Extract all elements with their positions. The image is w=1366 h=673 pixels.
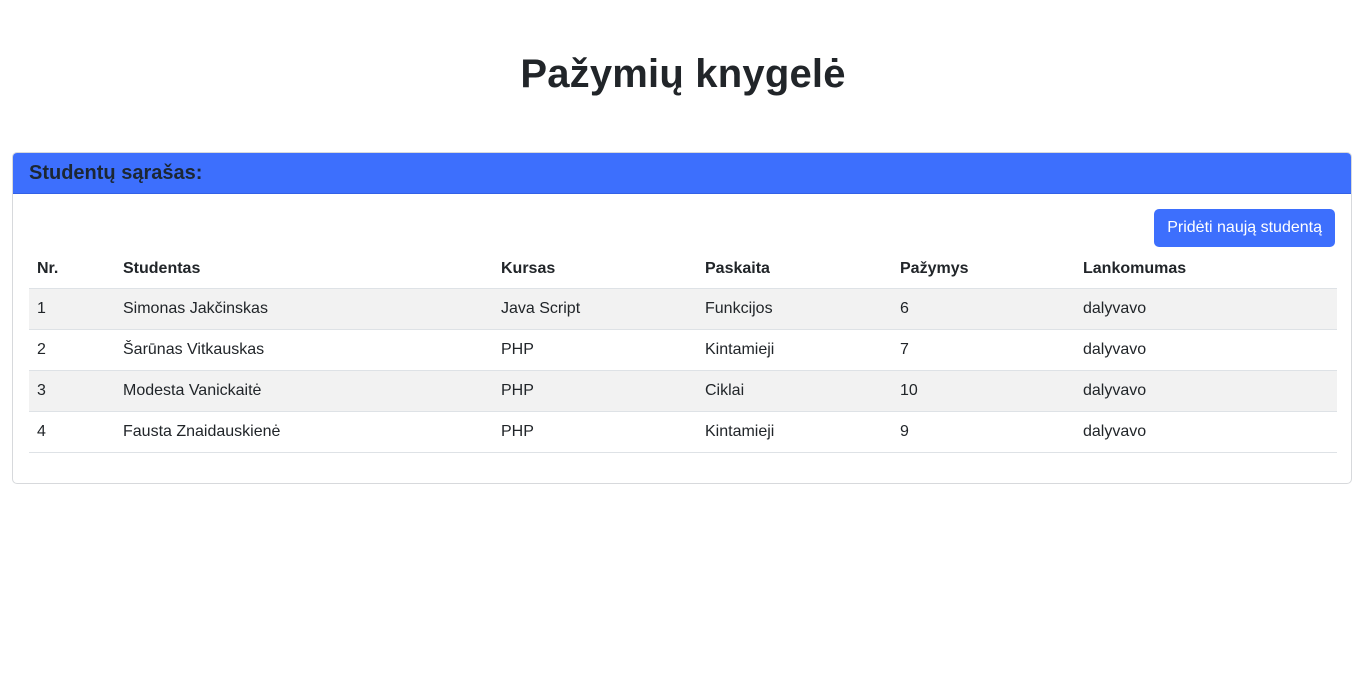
cell-student: Šarūnas Vitkauskas <box>115 329 493 371</box>
students-card: Studentų sąrašas: Pridėti naują studentą… <box>12 152 1352 484</box>
cell-lecture: Ciklai <box>697 370 892 412</box>
cell-student: Simonas Jakčinskas <box>115 288 493 330</box>
cell-grade: 10 <box>892 370 1075 412</box>
cell-course: Java Script <box>493 288 697 330</box>
cell-course: PHP <box>493 329 697 371</box>
page-title: Pažymių knygelė <box>520 52 846 96</box>
card-header: Studentų sąrašas: <box>13 153 1351 194</box>
column-header-student: Studentas <box>115 249 493 289</box>
cell-attendance: dalyvavo <box>1075 329 1337 371</box>
cell-course: PHP <box>493 411 697 453</box>
cell-lecture: Kintamieji <box>697 411 892 453</box>
students-table: Nr. Studentas Kursas Paskaita Pažymys La… <box>29 249 1337 453</box>
cell-lecture: Funkcijos <box>697 288 892 330</box>
column-header-course: Kursas <box>493 249 697 289</box>
add-student-button[interactable]: Pridėti naują studentą <box>1154 209 1335 247</box>
cell-attendance: dalyvavo <box>1075 411 1337 453</box>
table-header-row: Nr. Studentas Kursas Paskaita Pažymys La… <box>29 249 1337 289</box>
cell-nr: 1 <box>29 288 115 330</box>
cell-attendance: dalyvavo <box>1075 370 1337 412</box>
column-header-lecture: Paskaita <box>697 249 892 289</box>
table-row: 3 Modesta Vanickaitė PHP Ciklai 10 dalyv… <box>29 370 1337 412</box>
cell-grade: 9 <box>892 411 1075 453</box>
cell-student: Modesta Vanickaitė <box>115 370 493 412</box>
card-body: Pridėti naują studentą Nr. Studentas Kur… <box>13 194 1351 453</box>
cell-nr: 4 <box>29 411 115 453</box>
cell-nr: 2 <box>29 329 115 371</box>
column-header-attendance: Lankomumas <box>1075 249 1337 289</box>
cell-grade: 7 <box>892 329 1075 371</box>
card-toolbar: Pridėti naują studentą <box>29 194 1335 249</box>
column-header-grade: Pažymys <box>892 249 1075 289</box>
cell-student: Fausta Znaidauskienė <box>115 411 493 453</box>
table-row: 4 Fausta Znaidauskienė PHP Kintamieji 9 … <box>29 411 1337 453</box>
column-header-nr: Nr. <box>29 249 115 289</box>
cell-nr: 3 <box>29 370 115 412</box>
table-row: 1 Simonas Jakčinskas Java Script Funkcij… <box>29 288 1337 330</box>
cell-course: PHP <box>493 370 697 412</box>
cell-lecture: Kintamieji <box>697 329 892 371</box>
cell-grade: 6 <box>892 288 1075 330</box>
cell-attendance: dalyvavo <box>1075 288 1337 330</box>
card-header-title: Studentų sąrašas: <box>29 161 203 184</box>
table-row: 2 Šarūnas Vitkauskas PHP Kintamieji 7 da… <box>29 329 1337 371</box>
